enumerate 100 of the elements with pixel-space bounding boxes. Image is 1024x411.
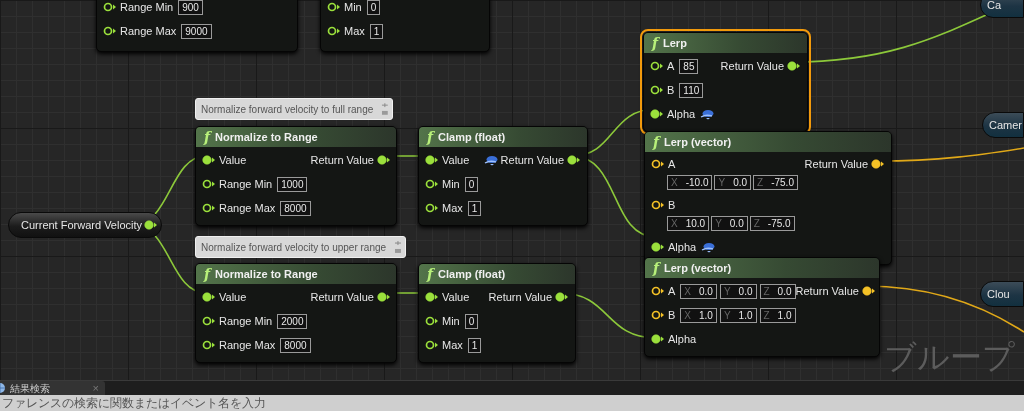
node-card[interactable]: f Lerp A 85 B 110 Alpha Return Value [643,32,808,132]
pin-label: Max [442,200,463,216]
node-title: Clamp (float) [438,266,506,282]
pin-icon[interactable] [651,200,665,210]
pin-icon[interactable] [650,85,664,95]
node-card[interactable]: f Clamp (float) Value Min 0 Max 1 Return Value [418,126,588,226]
pin-icon[interactable] [651,310,665,320]
pin-toggle-icon[interactable] [381,102,389,116]
node-card[interactable]: f Normalize to Range Value Range Min 1000 Range Max 8000 Return Value [195,126,397,226]
pin-label: Range Max [219,337,276,353]
variable-label: Clou [987,286,1010,302]
vector-field[interactable]: Y 0.0 [711,215,748,231]
pin-label: B [668,307,676,323]
pin-icon[interactable] [202,340,216,350]
node-title: Normalize to Range [215,129,318,145]
pin-label: Min [442,313,460,329]
pin-label: Value [219,152,247,168]
node-title: Normalize to Range [215,266,318,282]
value-field[interactable]: 1 [467,200,482,216]
node-card[interactable]: f Normalize to Range Value Range Min 2000 Range Max 8000 Return Value [195,263,397,363]
node-card[interactable]: f Clamp (float) Value Min 0 Max 1 Return Value [418,263,576,363]
tab-label: 結果検索 [10,381,50,396]
pin-toggle-icon[interactable] [394,240,402,254]
vector-field[interactable]: X 10.0 [667,215,710,231]
value-field[interactable]: 85 [679,58,699,74]
pin-label: Alpha [667,106,696,122]
pin-label: Range Min [219,176,273,192]
value-field[interactable]: 8000 [280,200,311,216]
vector-field[interactable]: Z -75.0 [753,174,798,190]
pin-icon[interactable] [327,2,341,12]
value-field[interactable]: 110 [679,82,704,98]
pin-icon[interactable] [651,242,665,252]
vector-field[interactable]: Y 0.0 [719,283,757,299]
panel-tab[interactable]: 結果検索 × [0,381,105,395]
globe-icon [0,382,6,394]
pin-icon[interactable] [425,316,439,326]
variable-node[interactable]: Clou [980,281,1024,307]
value-field[interactable]: 1000 [277,176,308,192]
variable-node[interactable]: Current Forward Velocity [8,212,163,238]
vector-field[interactable]: X 0.0 [680,283,717,299]
vector-field[interactable]: X 1.0 [680,307,717,323]
pin-icon[interactable] [376,292,391,302]
pin-label: Value [442,152,470,168]
variable-node[interactable]: Camer [982,112,1024,138]
vector-field[interactable]: Z -75.0 [749,215,795,231]
vector-field[interactable]: Z 1.0 [759,307,796,323]
pin-icon[interactable] [651,159,665,169]
pin-label: Max [344,23,365,39]
pin-icon[interactable] [651,334,665,344]
pin-icon[interactable] [376,155,391,165]
value-field[interactable]: 900 [178,0,203,15]
pin-icon[interactable] [202,316,216,326]
value-field[interactable]: 1 [467,337,482,353]
pin-icon[interactable] [425,179,439,189]
node-card[interactable]: f Lerp (vector) A X 0.0 Y 0.0 Z 0.0 B X 1.0 Y 1.0 Z 1.0 Alpha Return Value [644,257,880,357]
pin-icon[interactable] [650,109,664,119]
function-glyph: f [204,267,211,281]
pin-icon[interactable] [202,179,216,189]
pin-icon[interactable] [425,340,439,350]
variable-label: Camer [989,117,1022,133]
node-card[interactable]: Range Min 900 Range Max 9000 [96,0,298,52]
node-title: Lerp (vector) [664,134,732,150]
pin-icon[interactable] [567,155,581,165]
pin-label: B [667,82,675,98]
node-card[interactable]: Min 0 Max 1 [320,0,490,52]
graph-canvas[interactable] [0,0,1024,380]
value-field[interactable]: 2000 [277,313,308,329]
pin-icon[interactable] [871,159,885,169]
pin-icon[interactable] [144,220,159,230]
pin-icon[interactable] [327,26,341,36]
value-field[interactable]: 0 [464,313,479,329]
vector-field[interactable]: Y 1.0 [719,307,757,323]
pin-icon[interactable] [103,2,117,12]
comment-text: Normalize forward velocity to upper range [201,240,387,255]
pin-icon[interactable] [787,61,801,71]
pin-label: Return Value [804,156,868,172]
pin-icon[interactable] [202,203,216,213]
function-glyph: f [204,130,211,144]
value-field[interactable]: 8000 [280,337,311,353]
value-field[interactable]: 0 [366,0,381,15]
pin-icon[interactable] [425,155,439,165]
pin-icon[interactable] [202,292,216,302]
vector-field[interactable]: Z 0.0 [759,283,796,299]
pin-icon[interactable] [861,286,876,296]
pin-label: Range Min [120,0,174,15]
pin-icon[interactable] [555,292,569,302]
value-field[interactable]: 0 [464,176,479,192]
pin-icon[interactable] [425,292,439,302]
variable-node[interactable]: Ca [980,0,1024,18]
pin-label: Alpha [668,331,697,347]
value-field[interactable]: 1 [369,23,384,39]
value-field[interactable]: 9000 [181,23,212,39]
pin-icon[interactable] [202,155,216,165]
search-field[interactable]: ファレンスの検索に関数またはイベント名を入力 [0,395,1024,411]
pin-icon[interactable] [425,203,439,213]
vector-field[interactable]: Y 0.0 [714,174,752,190]
pin-icon[interactable] [103,26,117,36]
pin-icon[interactable] [651,286,665,296]
pin-icon[interactable] [650,61,664,71]
vector-field[interactable]: X -10.0 [667,174,713,190]
